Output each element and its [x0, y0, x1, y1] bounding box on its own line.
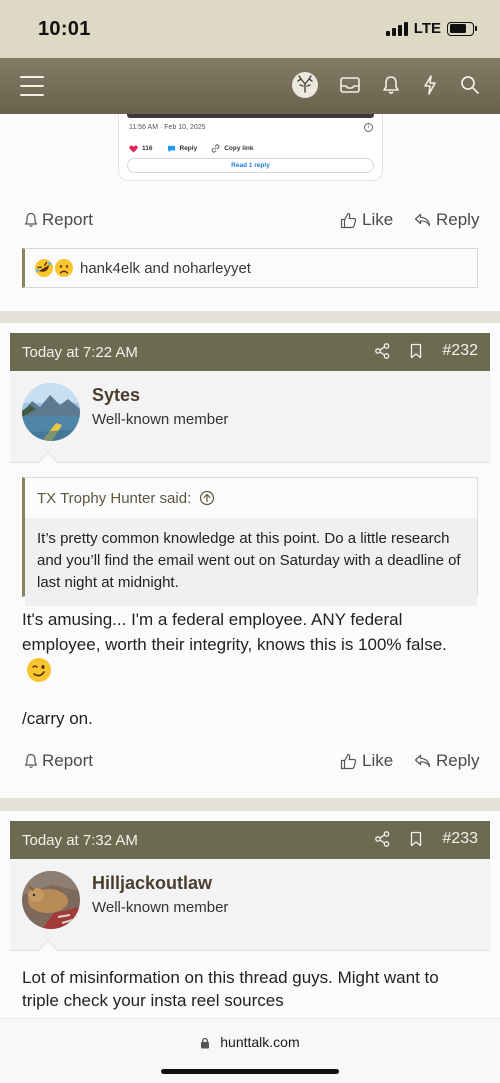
embed-reply-label: Reply	[179, 145, 198, 152]
post-232-message: It's amusing... I'm a federal employee. …	[22, 607, 478, 731]
alerts-bell-icon[interactable]	[382, 75, 400, 95]
embed-copy-link[interactable]: Copy link	[211, 144, 253, 153]
menu-icon[interactable]	[20, 76, 44, 96]
site-logo-icon[interactable]	[292, 72, 318, 98]
post-233-user: Hilljackoutlaw Well-known member	[10, 859, 490, 963]
post-date[interactable]: Today at 7:32 AM	[22, 832, 138, 849]
sad-emoji-icon	[55, 259, 73, 277]
search-icon[interactable]	[460, 75, 480, 95]
speech-bubble-icon	[167, 145, 175, 153]
bookmark-icon[interactable]	[410, 343, 422, 359]
post-232-header: Today at 7:22 AM #232	[10, 333, 490, 371]
quote-author[interactable]: TX Trophy Hunter said:	[37, 490, 191, 507]
bookmark-icon[interactable]	[410, 831, 422, 847]
battery-icon	[447, 21, 477, 36]
reactions-bar[interactable]: hank4elk and noharleyyet	[22, 248, 478, 288]
browser-address-bar[interactable]: hunttalk.com	[0, 1018, 500, 1083]
lock-icon	[201, 1038, 210, 1049]
jump-to-quote-icon[interactable]	[199, 490, 215, 506]
report-label: Report	[42, 751, 94, 770]
share-icon[interactable]	[375, 831, 390, 847]
reply-label: Reply	[436, 751, 480, 770]
post-233-header: Today at 7:32 AM #233	[10, 821, 490, 859]
status-time: 10:01	[38, 18, 91, 40]
post-separator	[0, 798, 500, 811]
like-label: Like	[362, 210, 394, 229]
top-nav-bar	[0, 58, 500, 114]
post-separator	[0, 311, 500, 323]
info-icon[interactable]: i	[364, 123, 373, 132]
message-signoff: /carry on.	[22, 709, 93, 728]
thumbs-up-icon	[340, 212, 357, 228]
reply-arrow-icon	[414, 213, 431, 227]
post-date[interactable]: Today at 7:22 AM	[22, 344, 138, 361]
post-233-card: Today at 7:32 AM #233 Hilljackoutlaw Wel…	[0, 811, 500, 1018]
link-icon	[211, 144, 220, 153]
bell-icon	[24, 212, 38, 227]
post-232-actions: Report Like Reply	[0, 747, 500, 777]
post-number[interactable]: #232	[442, 342, 478, 360]
avatar[interactable]	[22, 871, 80, 929]
post-232-user: Sytes Well-known member	[10, 371, 490, 475]
report-button[interactable]: Report	[24, 751, 93, 771]
quote-text: It’s pretty common knowledge at this poi…	[25, 518, 477, 606]
heart-icon	[129, 144, 138, 153]
embedded-social-post[interactable]: 11:56 AM · Feb 10, 2025 i 116 Reply Copy…	[118, 114, 383, 181]
user-title: Well-known member	[92, 411, 229, 428]
username[interactable]: Hilljackoutlaw	[92, 873, 212, 894]
reply-label: Reply	[436, 210, 480, 229]
thread-content[interactable]: 11:56 AM · Feb 10, 2025 i 116 Reply Copy…	[0, 114, 500, 1018]
network-type: LTE	[413, 20, 441, 37]
like-button[interactable]: Like	[340, 210, 393, 230]
read-replies-button[interactable]: Read 1 reply	[127, 158, 374, 173]
reply-button[interactable]: Reply	[414, 751, 479, 771]
embed-like[interactable]: 116	[129, 144, 153, 153]
thumbs-up-icon	[340, 753, 357, 769]
report-label: Report	[42, 210, 94, 229]
reactions-text: hank4elk and noharleyyet	[80, 259, 251, 277]
embed-reply[interactable]: Reply	[167, 145, 198, 153]
quote-block: TX Trophy Hunter said: It’s pretty commo…	[22, 477, 478, 606]
username[interactable]: Sytes	[92, 385, 140, 406]
post-231-actions: Report Like Reply	[0, 206, 500, 236]
bell-icon	[24, 753, 38, 768]
whats-new-bolt-icon[interactable]	[422, 75, 438, 95]
signal-icon	[385, 21, 408, 36]
embed-timestamp: 11:56 AM · Feb 10, 2025	[129, 124, 206, 131]
avatar[interactable]	[22, 383, 80, 441]
post-233-message: Lot of misinformation on this thread guy…	[22, 968, 439, 1010]
reply-arrow-icon	[414, 754, 431, 768]
url-text[interactable]: hunttalk.com	[220, 1034, 299, 1050]
status-bar: 10:01 LTE	[0, 0, 500, 58]
user-title: Well-known member	[92, 899, 229, 916]
post-231-card: 11:56 AM · Feb 10, 2025 i 116 Reply Copy…	[0, 114, 500, 311]
like-label: Like	[362, 751, 394, 770]
home-indicator[interactable]	[161, 1069, 339, 1074]
embed-like-count: 116	[142, 145, 153, 152]
rofl-emoji-icon	[35, 259, 53, 277]
embed-copy-label: Copy link	[224, 145, 254, 152]
inbox-icon[interactable]	[340, 77, 360, 93]
wink-emoji-icon	[27, 658, 51, 682]
like-button[interactable]: Like	[340, 751, 393, 771]
message-text: It's amusing... I'm a federal employee. …	[22, 610, 447, 654]
reply-button[interactable]: Reply	[414, 210, 479, 230]
share-icon[interactable]	[375, 343, 390, 359]
post-number[interactable]: #233	[442, 830, 478, 848]
report-button[interactable]: Report	[24, 210, 93, 230]
post-232-card: Today at 7:22 AM #232 Sytes Well-known m…	[0, 323, 500, 798]
